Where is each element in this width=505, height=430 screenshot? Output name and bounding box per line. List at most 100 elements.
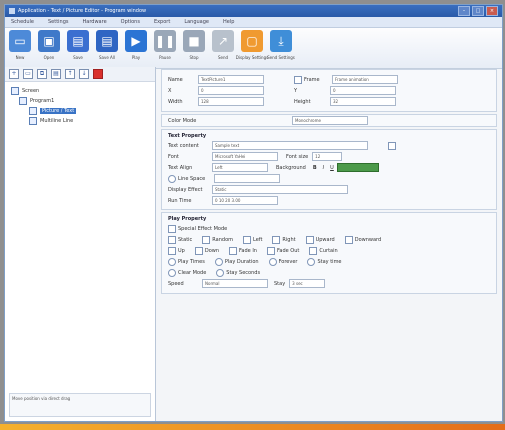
option-checkbox[interactable]	[309, 246, 318, 255]
display-settings-button[interactable]: ▢ Display Settings	[235, 30, 269, 66]
menu-settings[interactable]: Settings	[48, 19, 69, 25]
play-button[interactable]: ▶ Play	[123, 30, 149, 66]
bold-icon[interactable]: B	[313, 165, 317, 171]
option-radio[interactable]	[168, 257, 176, 266]
menu-help[interactable]: Help	[223, 19, 234, 25]
option-checkbox[interactable]	[243, 235, 251, 244]
add-area-icon[interactable]: ▭	[23, 69, 33, 79]
underline-icon[interactable]: U	[330, 165, 334, 171]
menu-language[interactable]: Language	[184, 19, 209, 25]
play-option[interactable]: Stay time	[307, 257, 342, 266]
option-radio[interactable]	[214, 257, 223, 266]
tree-node-program[interactable]: Program1	[11, 96, 149, 106]
delete-icon[interactable]	[93, 69, 103, 79]
close-button[interactable]: ×	[486, 6, 498, 16]
option-radio[interactable]	[168, 268, 176, 277]
play-option[interactable]: Stay Seconds	[216, 268, 260, 277]
play-option[interactable]: Clear Mode	[168, 268, 206, 277]
width-field[interactable]: 128	[198, 97, 264, 106]
play-option[interactable]: Forever	[268, 257, 298, 266]
play-option[interactable]: Random	[202, 235, 233, 244]
menu-schedule[interactable]: Schedule	[11, 19, 34, 25]
font-select[interactable]: Microsoft YaHei	[212, 152, 278, 161]
italic-icon[interactable]: I	[323, 165, 324, 171]
special-effect-checkbox[interactable]	[168, 224, 176, 233]
move-up-icon[interactable]: ↑	[65, 69, 75, 79]
send-button[interactable]: ↗ Send	[210, 30, 236, 66]
option-checkbox[interactable]	[168, 246, 176, 255]
font-size-field[interactable]: 12	[312, 152, 343, 161]
option-checkbox[interactable]	[272, 235, 281, 244]
color-swatch[interactable]	[336, 163, 379, 172]
window-title: Application - Text / Picture Editor - Pr…	[18, 8, 147, 14]
option-radio[interactable]	[307, 257, 316, 266]
stay-field[interactable]: 3 sec	[289, 279, 326, 288]
option-label: Right	[282, 236, 296, 243]
y-field[interactable]: 0	[330, 86, 396, 95]
add-program-icon[interactable]: +	[9, 69, 19, 79]
send-settings-button[interactable]: ⤓ Send Settings	[267, 30, 295, 66]
play-option[interactable]: Fade In	[229, 246, 257, 255]
maximize-button[interactable]: □	[472, 6, 484, 16]
tree-node-multiline[interactable]: Multiline Line	[11, 116, 149, 126]
line-space-radio[interactable]	[168, 174, 176, 183]
play-option[interactable]: Downward	[344, 235, 381, 244]
send-settings-icon: ⤓	[270, 30, 292, 52]
play-option[interactable]: Upward	[305, 235, 335, 244]
save-all-button[interactable]: ▤ Save All	[94, 30, 120, 66]
open-button[interactable]: ▣ Open	[36, 30, 62, 66]
menu-export[interactable]: Export	[154, 19, 170, 25]
play-option[interactable]: Play Times	[168, 257, 205, 266]
option-checkbox[interactable]	[194, 246, 203, 255]
menu-hardware[interactable]: Hardware	[83, 19, 107, 25]
option-checkbox[interactable]	[202, 235, 211, 244]
paste-icon[interactable]: ▤	[51, 69, 61, 79]
option-checkbox[interactable]	[229, 246, 238, 255]
option-checkbox[interactable]	[344, 235, 353, 244]
option-label: Forever	[278, 258, 298, 265]
play-option[interactable]: Curtain	[309, 246, 338, 255]
play-option[interactable]: Down	[194, 246, 219, 255]
name-field[interactable]: TextPicture1	[198, 75, 264, 84]
move-down-icon[interactable]: ↓	[79, 69, 89, 79]
app-icon	[9, 8, 15, 14]
play-option[interactable]: Left	[243, 235, 262, 244]
x-field[interactable]: 0	[198, 86, 264, 95]
properties-area: Name TextPicture1 Frame Frame animation …	[159, 67, 499, 421]
play-option[interactable]: Play Duration	[214, 257, 259, 266]
transparent-checkbox[interactable]	[388, 141, 396, 150]
copy-icon[interactable]: ⧉	[37, 69, 47, 79]
color-mode-select[interactable]: Monochrome	[292, 116, 368, 125]
toolbar-label: Display Settings	[235, 55, 269, 60]
speed-select[interactable]: Normal	[202, 279, 268, 288]
frame-field[interactable]: Frame animation	[332, 75, 398, 84]
display-effect-select[interactable]: Static	[212, 185, 348, 194]
frame-checkbox[interactable]	[294, 75, 302, 84]
run-time-field[interactable]: 0 10 20 3.00	[212, 196, 278, 205]
save-button[interactable]: ▤ Save	[65, 30, 91, 66]
height-field[interactable]: 32	[330, 97, 396, 106]
option-radio[interactable]	[268, 257, 277, 266]
program-tree: Screen Program1 Picture / Text Multiline…	[5, 82, 155, 130]
line-space-field[interactable]	[214, 174, 280, 183]
toolbar-label: Save	[73, 55, 83, 60]
minimize-button[interactable]: –	[458, 6, 470, 16]
tree-node-text-picture[interactable]: Picture / Text	[11, 106, 149, 116]
text-property-panel: Text Property Text content Sample text F…	[161, 129, 497, 210]
pause-button[interactable]: ❚❚ Pause	[152, 30, 178, 66]
play-option[interactable]: Up	[168, 246, 185, 255]
play-option[interactable]: Static	[168, 235, 192, 244]
option-radio[interactable]	[216, 268, 225, 277]
play-option[interactable]: Fade Out	[266, 246, 299, 255]
tree-node-screen[interactable]: Screen	[11, 86, 149, 96]
taskbar-strip	[0, 424, 505, 430]
play-option[interactable]: Right	[272, 235, 296, 244]
option-checkbox[interactable]	[305, 235, 314, 244]
option-checkbox[interactable]	[168, 235, 176, 244]
new-button[interactable]: ▭ New	[7, 30, 33, 66]
text-align-select[interactable]: Left	[212, 163, 268, 172]
menu-options[interactable]: Options	[121, 19, 140, 25]
text-content-field[interactable]: Sample text	[212, 141, 368, 150]
stop-button[interactable]: ■ Stop	[181, 30, 207, 66]
option-checkbox[interactable]	[266, 246, 275, 255]
